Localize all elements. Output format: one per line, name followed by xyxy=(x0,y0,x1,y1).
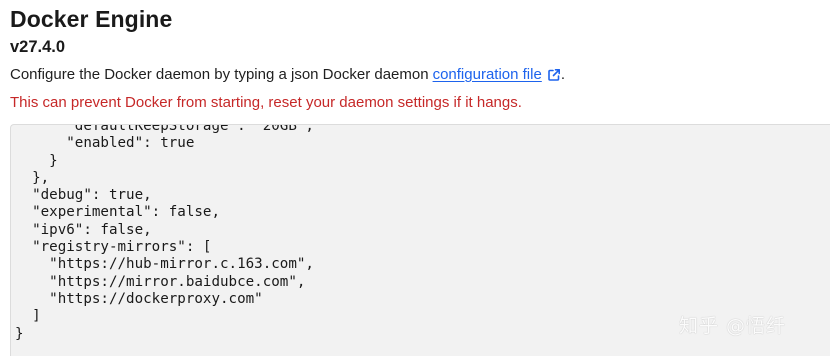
code-line[interactable]: } xyxy=(15,326,314,343)
warning-message: This can prevent Docker from starting, r… xyxy=(10,94,522,111)
code-line[interactable]: "https://hub-mirror.c.163.com", xyxy=(15,256,314,273)
version-label: v27.4.0 xyxy=(10,38,66,56)
code-line[interactable]: }, xyxy=(15,170,314,187)
description-text: Configure the Docker daemon by typing a … xyxy=(10,66,429,83)
page-title: Docker Engine xyxy=(10,6,173,32)
code-line[interactable]: "https://mirror.baidubce.com", xyxy=(15,274,314,291)
description: Configure the Docker daemon by typing a … xyxy=(10,66,565,83)
code-line[interactable]: ] xyxy=(15,308,314,325)
code-line[interactable]: "debug": true, xyxy=(15,187,314,204)
code-line[interactable]: "defaultKeepStorage": "20GB", xyxy=(15,125,314,135)
external-link-icon[interactable] xyxy=(547,68,561,82)
code-line[interactable]: "enabled": true xyxy=(15,135,314,152)
code-line[interactable]: } xyxy=(15,153,314,170)
code-line[interactable]: "registry-mirrors": [ xyxy=(15,239,314,256)
code-content[interactable]: "defaultKeepStorage": "20GB", "enabled":… xyxy=(15,125,314,343)
code-line[interactable]: "experimental": false, xyxy=(15,204,314,221)
description-trailing: . xyxy=(560,66,565,83)
configuration-file-link[interactable]: configuration file xyxy=(433,66,542,83)
code-line[interactable]: "ipv6": false, xyxy=(15,222,314,239)
code-line[interactable]: "https://dockerproxy.com" xyxy=(15,291,314,308)
watermark: 知乎 @悟纤 xyxy=(679,315,787,337)
